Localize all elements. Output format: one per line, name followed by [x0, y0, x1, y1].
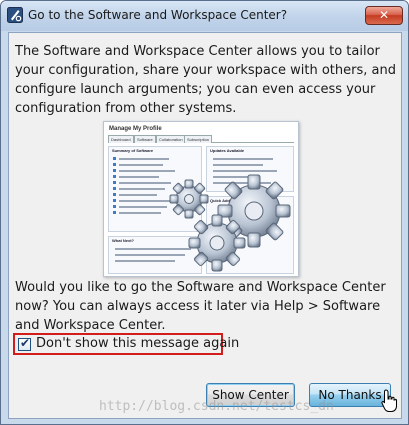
preview-line [119, 212, 161, 214]
close-button[interactable]: ✕ [365, 6, 403, 25]
preview-item-icon [113, 205, 116, 208]
preview-item-icon [113, 157, 116, 160]
gears-icon [169, 174, 291, 272]
preview-line [213, 158, 273, 160]
preview-line [119, 158, 169, 160]
preview-item-icon [113, 181, 116, 184]
question-text: Would you like to go the Software and Wo… [15, 280, 386, 333]
eclipse-app-icon [7, 7, 23, 23]
title-bar[interactable]: Go to the Software and Workspace Center?… [1, 1, 408, 31]
preview-item-icon [113, 199, 116, 202]
check-mark-icon: ✔ [20, 336, 31, 350]
preview-line [213, 164, 263, 166]
dialog-title: Go to the Software and Workspace Center? [28, 8, 288, 22]
preview-item-icon [113, 163, 116, 166]
dont-show-again-highlight: ✔ Don't show this message again [13, 333, 239, 355]
dont-show-again-label[interactable]: Don't show this message again [36, 336, 239, 351]
preview-line [119, 176, 159, 178]
preview-item-icon [113, 211, 116, 214]
preview-panel-heading: What Next? [112, 238, 134, 243]
preview-panel-heading: Updates Available [210, 148, 245, 153]
preview-line [119, 164, 163, 166]
preview-line [119, 194, 157, 196]
preview-item-icon [113, 169, 116, 172]
dont-show-again-checkbox[interactable]: ✔ [18, 336, 31, 351]
preview-panel-heading: Summary of Software [112, 148, 154, 153]
dialog-window: Go to the Software and Workspace Center?… [0, 0, 409, 425]
preview-item-icon [113, 193, 116, 196]
description-text: The Software and Workspace Center allows… [15, 44, 396, 116]
preview-item-icon [113, 175, 116, 178]
preview-title: Manage My Profile [109, 126, 162, 132]
preview-tab: Dashboard [108, 135, 134, 143]
dialog-content: The Software and Workspace Center allows… [8, 32, 402, 419]
mouse-cursor-icon [381, 389, 397, 412]
preview-tab: Software [134, 135, 156, 143]
watermark-text: http://blog.csdn.net/testcs_dn [99, 399, 334, 414]
preview-item-icon [113, 187, 116, 190]
preview-tab: Subscription [184, 135, 213, 143]
preview-tab: Collaboration [156, 135, 186, 143]
preview-tabs: Dashboard Software Collaboration Subscri… [108, 135, 294, 143]
